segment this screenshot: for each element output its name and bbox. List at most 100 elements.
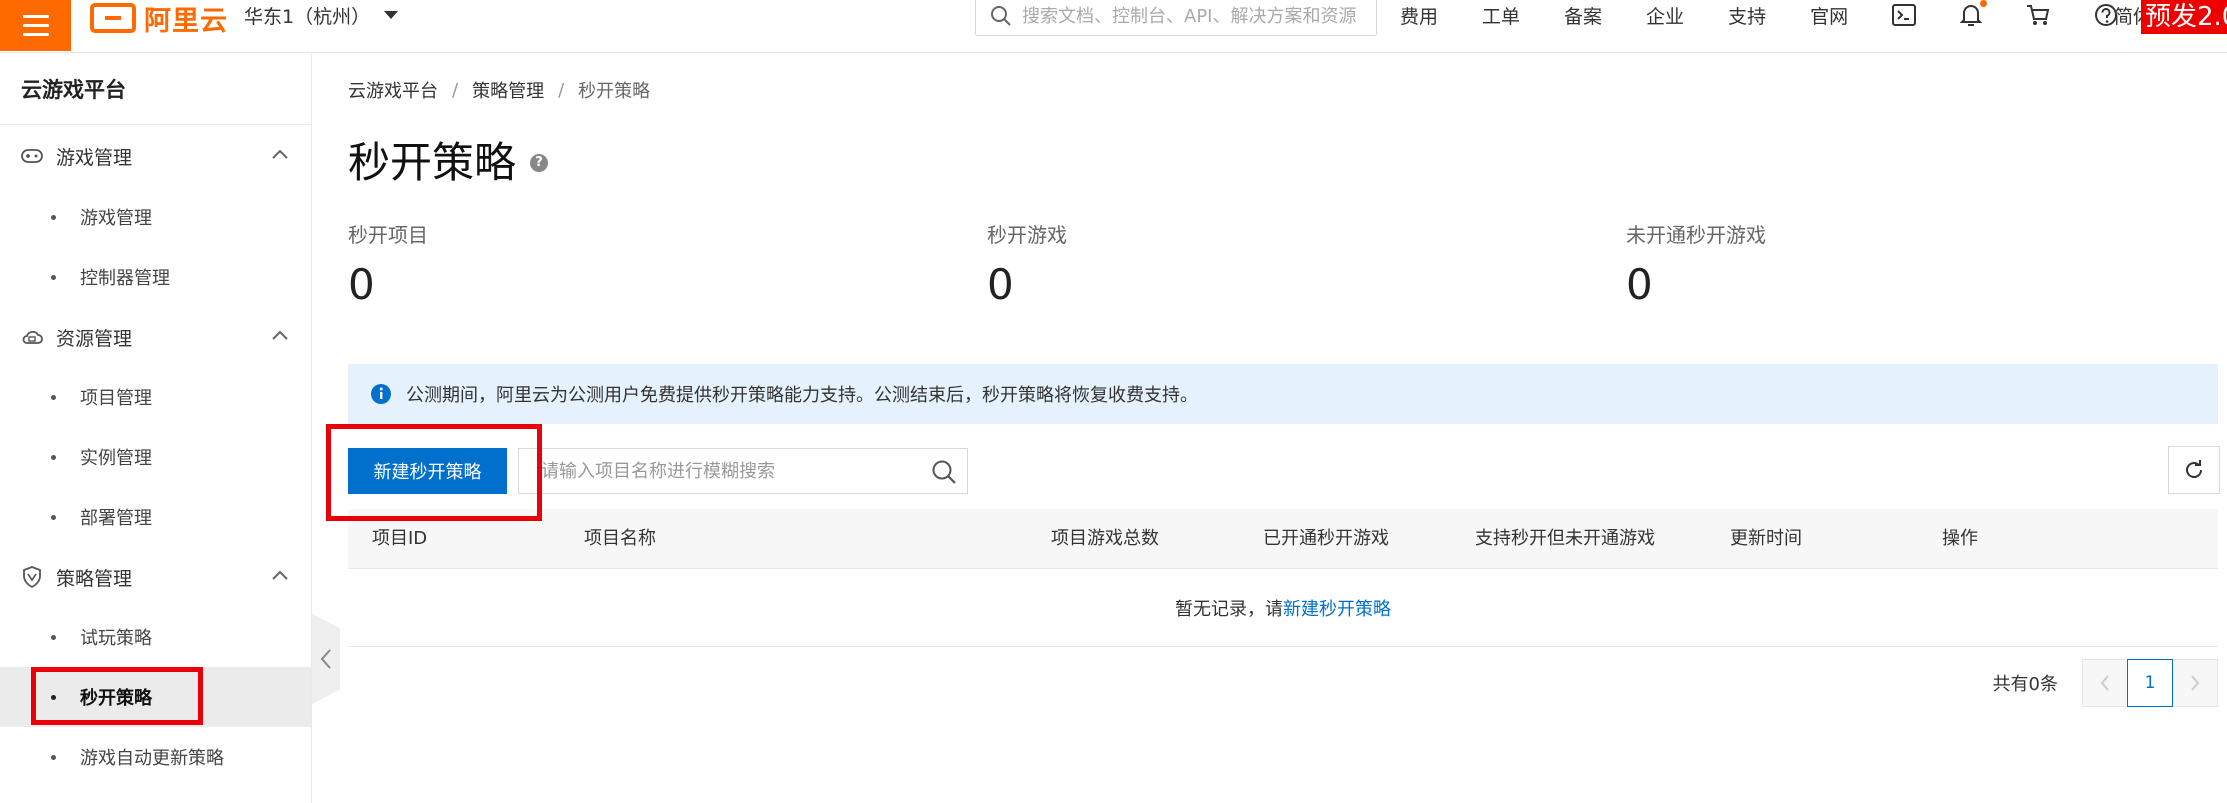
sidebar: 云游戏平台 游戏管理 游戏管理 控制器管理 资源管理 项目管理 实例管理 部署管… [0,53,312,803]
nav-ticket[interactable]: 工单 [1482,2,1520,29]
sidebar-group-label: 策略管理 [56,567,133,590]
breadcrumb-separator: / [452,79,459,101]
chevron-right-icon [2191,675,2200,691]
next-page-button[interactable] [2172,659,2218,707]
column-total-games: 项目游戏总数 [1051,528,1159,549]
bullet-dot [51,514,56,520]
refresh-icon [2186,460,2202,478]
stat-value: 0 [1626,260,1653,309]
column-project-id: 项目ID [372,528,428,549]
column-update-time: 更新时间 [1730,528,1802,549]
breadcrumb-item-platform[interactable]: 云游戏平台 [348,77,438,103]
stat-instant-projects: 秒开项目 0 [348,219,428,309]
chevron-up-icon [272,330,288,340]
table-toolbar: 新建秒开策略 [348,446,2220,496]
bullet-dot [51,214,56,220]
refresh-button[interactable] [2168,446,2220,494]
stat-not-enabled-games: 未开通秒开游戏 0 [1626,219,1766,309]
bullet-dot [51,694,56,700]
page-title: 秒开策略 ? [348,129,549,190]
column-enabled-games: 已开通秒开游戏 [1263,528,1389,549]
notification-dot [1980,0,1988,7]
stat-value: 0 [348,260,375,309]
prev-page-button[interactable] [2082,659,2128,707]
page-number-button[interactable]: 1 [2127,659,2173,707]
sidebar-item-trial-strategy[interactable]: 试玩策略 [0,607,311,667]
chevron-left-icon [320,649,331,669]
menu-icon-line [22,24,49,27]
nav-icp[interactable]: 备案 [1564,2,1602,29]
stat-label: 未开通秒开游戏 [1626,223,1766,247]
project-search-input[interactable] [541,460,921,482]
stat-value: 0 [987,260,1014,309]
help-icon[interactable]: ? [530,153,549,172]
bullet-dot [51,394,56,400]
bullet-dot [51,274,56,280]
empty-text: 暂无记录，请 [1175,598,1283,620]
search-icon[interactable] [931,459,957,485]
bell-icon[interactable] [1960,0,1988,27]
column-actions: 操作 [1942,528,1978,549]
global-search-input[interactable] [1022,5,1362,27]
notice-banner: 公测期间，阿里云为公测用户免费提供秒开策略能力支持。公测结束后，秒开策略将恢复收… [348,364,2218,424]
sidebar-item-label: 游戏自动更新策略 [80,748,224,769]
nav-official-site[interactable]: 官网 [1810,2,1848,29]
sidebar-item-auto-update-strategy[interactable]: 游戏自动更新策略 [0,727,311,787]
stat-label: 秒开游戏 [987,223,1067,247]
sidebar-group-resource[interactable]: 资源管理 [0,307,311,367]
nav-support[interactable]: 支持 [1728,2,1766,29]
column-supported-not-enabled: 支持秒开但未开通游戏 [1475,528,1655,549]
sidebar-item-game-management[interactable]: 游戏管理 [0,187,311,247]
stat-instant-games: 秒开游戏 0 [987,219,1067,309]
sidebar-collapse-handle[interactable] [312,614,340,704]
menu-icon-line [22,15,49,18]
cloud-icon [22,330,43,344]
hamburger-menu-button[interactable] [0,0,71,51]
logo-text: 阿里云 [144,5,228,37]
bullet-dot [51,754,56,760]
stat-label: 秒开项目 [348,223,428,247]
search-icon [991,6,1011,26]
table-empty-state: 暂无记录，请 新建秒开策略 [348,569,2218,647]
chevron-left-icon [2100,675,2109,691]
nav-enterprise[interactable]: 企业 [1646,2,1684,29]
sidebar-item-instance-management[interactable]: 实例管理 [0,427,311,487]
sidebar-item-label: 实例管理 [80,448,152,469]
gamepad-icon [21,149,43,163]
breadcrumb: 云游戏平台 / 策略管理 / 秒开策略 [348,77,650,103]
sidebar-item-controller-management[interactable]: 控制器管理 [0,247,311,307]
sidebar-item-label: 试玩策略 [80,628,152,649]
aliyun-logo[interactable]: 阿里云 [90,0,228,37]
info-icon [371,384,391,404]
sidebar-group-strategy[interactable]: 策略管理 [0,547,311,607]
bullet-dot [51,634,56,640]
terminal-icon[interactable] [1892,4,1917,26]
sidebar-item-label: 部署管理 [80,508,152,529]
sidebar-item-project-management[interactable]: 项目管理 [0,367,311,427]
shield-icon [23,566,41,588]
global-search[interactable] [975,0,1377,36]
page-title-text: 秒开策略 [348,138,517,187]
sidebar-item-label: 游戏管理 [80,208,152,229]
breadcrumb-item-current: 秒开策略 [578,81,651,102]
empty-create-link[interactable]: 新建秒开策略 [1283,595,1391,621]
sidebar-item-instant-open-strategy[interactable]: 秒开策略 [0,667,311,727]
chevron-up-icon [272,570,288,580]
pagination-total: 共有0条 [1992,674,2058,695]
breadcrumb-separator: / [558,79,565,101]
column-project-name: 项目名称 [584,528,656,549]
region-selector[interactable]: 华东1（杭州） [244,0,399,30]
region-label: 华东1（杭州） [244,5,371,28]
sidebar-item-deployment-management[interactable]: 部署管理 [0,487,311,547]
breadcrumb-item-strategy[interactable]: 策略管理 [472,77,544,103]
project-search[interactable] [518,448,968,494]
menu-icon-line [22,33,49,36]
sidebar-item-label: 控制器管理 [80,268,170,289]
pagination: 共有0条 1 [1993,659,2218,707]
create-instant-strategy-button[interactable]: 新建秒开策略 [348,448,507,494]
sidebar-group-game[interactable]: 游戏管理 [0,126,311,186]
sidebar-item-label: 项目管理 [80,388,152,409]
nav-billing[interactable]: 费用 [1400,2,1438,29]
cart-icon[interactable] [2026,4,2050,26]
chevron-up-icon [272,149,288,159]
